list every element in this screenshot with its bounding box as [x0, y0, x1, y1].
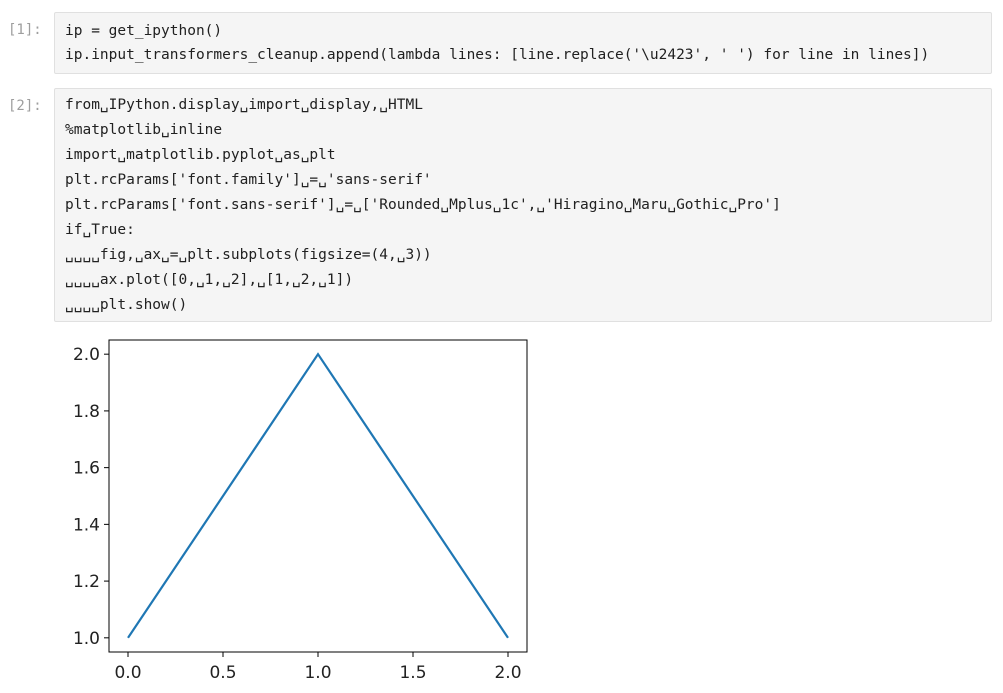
- y-tick-label: 1.8: [73, 402, 100, 422]
- series-line: [127, 352, 509, 639]
- plot-frame: [108, 339, 528, 653]
- cell-prompt: [2]:: [8, 98, 42, 114]
- y-tick-label: 2.0: [73, 345, 100, 365]
- line-chart: 0.0 0.5 1.0 1.5 2.0 1.0 1.2 1.4 1.6 1.8 2.0: [73, 339, 528, 683]
- cell-prompt: [1]:: [8, 22, 42, 38]
- code-line[interactable]: ␣␣␣␣plt.show(): [65, 293, 187, 317]
- code-line[interactable]: ␣␣␣␣fig,␣ax␣=␣plt.subplots(figsize=(4,␣3…: [65, 243, 432, 267]
- y-tick-label: 1.2: [73, 572, 100, 592]
- x-tick-label: 1.5: [399, 663, 426, 683]
- code-line[interactable]: %matplotlib␣inline: [65, 118, 222, 142]
- code-line[interactable]: ␣␣␣␣ax.plot([0,␣1,␣2],␣[1,␣2,␣1]): [65, 268, 353, 292]
- x-tick-label: 2.0: [494, 663, 521, 683]
- code-line[interactable]: plt.rcParams['font.family']␣=␣'sans-seri…: [65, 168, 432, 192]
- x-tick-label: 1.0: [304, 663, 331, 683]
- code-line[interactable]: from␣IPython.display␣import␣display,␣HTM…: [65, 93, 423, 117]
- code-line[interactable]: if␣True:: [65, 218, 135, 242]
- code-editor[interactable]: ip = get_ipython() ip.input_transformers…: [54, 12, 992, 74]
- code-line[interactable]: ip.input_transformers_cleanup.append(lam…: [65, 43, 929, 67]
- code-line[interactable]: import␣matplotlib.pyplot␣as␣plt: [65, 143, 336, 167]
- x-tick-label: 0.0: [114, 663, 141, 683]
- code-editor[interactable]: from␣IPython.display␣import␣display,␣HTM…: [54, 88, 992, 322]
- y-tick-label: 1.6: [73, 459, 100, 479]
- y-tick-label: 1.0: [73, 629, 100, 649]
- code-line[interactable]: ip = get_ipython(): [65, 19, 222, 43]
- x-tick-label: 0.5: [209, 663, 236, 683]
- code-line[interactable]: plt.rcParams['font.sans-serif']␣=␣['Roun…: [65, 193, 781, 217]
- cell-output-plot: 0.0 0.5 1.0 1.5 2.0 1.0 1.2 1.4 1.6 1.8 2.0: [56, 330, 556, 692]
- y-tick-label: 1.4: [73, 515, 100, 535]
